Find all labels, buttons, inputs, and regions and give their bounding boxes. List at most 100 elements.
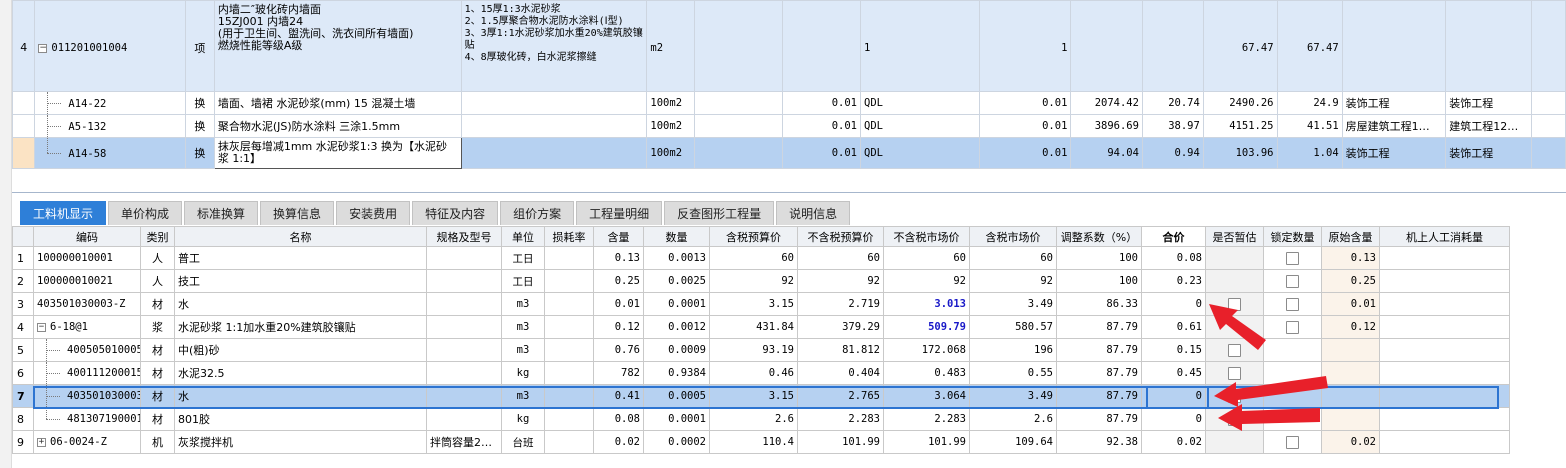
col-header-notax-budget[interactable]: 不含税预算价 — [797, 226, 884, 247]
lock-checkbox[interactable] — [1286, 297, 1299, 311]
resource-total[interactable]: 0.02 — [1141, 430, 1206, 454]
lock-checkbox[interactable] — [1286, 251, 1299, 265]
col-header-type[interactable]: 类别 — [140, 226, 175, 247]
col-header-notax-market[interactable]: 不含税市场价 — [883, 226, 970, 247]
resource-notax-market[interactable]: 2.283 — [883, 407, 970, 431]
quota-name-editor[interactable]: 抹灰层每增减1mm 水泥砂浆1:3 换为【水泥砂浆 1:1】 — [213, 137, 462, 169]
tab-description[interactable]: 说明信息 — [776, 201, 851, 225]
resource-content[interactable]: 0.12 — [593, 315, 644, 339]
resource-qty[interactable]: 0.0001 — [643, 292, 710, 316]
col-header-original[interactable]: 原始含量 — [1321, 226, 1380, 247]
quota-code[interactable]: A14-58 — [34, 137, 187, 169]
col-header-tax-budget[interactable]: 含税预算价 — [709, 226, 798, 247]
lock-checkbox[interactable] — [1286, 435, 1299, 449]
col-header-lock[interactable]: 锁定数量 — [1263, 226, 1322, 247]
resource-content[interactable]: 0.13 — [593, 246, 644, 270]
item-major — [1445, 0, 1532, 92]
col-header-total[interactable]: 合价 — [1141, 226, 1206, 247]
resource-qty[interactable]: 0.0012 — [643, 315, 710, 339]
estimate-checkbox[interactable] — [1228, 412, 1241, 426]
tab-quantity-detail[interactable]: 工程量明细 — [576, 201, 663, 225]
resource-qty[interactable]: 0.0025 — [643, 269, 710, 293]
estimate-checkbox[interactable] — [1228, 297, 1241, 311]
resource-notax-market[interactable]: 3.013 — [883, 292, 970, 316]
table-row[interactable]: 2 100000010021 人技工 工日 0.25 0.0025 92 92 92 92 100 0… — [12, 269, 1510, 293]
resource-total[interactable]: 0 — [1141, 384, 1206, 408]
resource-total[interactable]: 0 — [1141, 292, 1206, 316]
resource-machine-labor — [1379, 269, 1510, 293]
col-header-code[interactable]: 编码 — [33, 226, 141, 247]
quota-code[interactable]: A5-132 — [34, 114, 187, 138]
table-row[interactable]: 6 400111200015 材水泥32.5 kg 782 0.9384 0.46 0.404… — [12, 361, 1510, 385]
collapse-icon[interactable]: − — [37, 322, 46, 332]
resource-total[interactable]: 0.61 — [1141, 315, 1206, 339]
tab-install-fee[interactable]: 安装费用 — [336, 201, 411, 225]
table-row[interactable]: 9 +06-0024-Z 机灰浆搅拌机 拌筒容量2… 台班 0.02 0.0002 110.4… — [12, 430, 1510, 454]
table-row[interactable]: 1 100000010001 人普工 工日 0.13 0.0013 60 60 60 60 100 0… — [12, 246, 1510, 270]
expand-icon[interactable]: + — [37, 437, 46, 447]
col-header-machine-labor[interactable]: 机上人工消耗量 — [1379, 226, 1510, 247]
resource-content[interactable]: 0.02 — [593, 430, 644, 454]
tab-pricing-scheme[interactable]: 组价方案 — [500, 201, 575, 225]
resource-total[interactable]: 0.15 — [1141, 338, 1206, 362]
table-row[interactable]: 8 481307190001 材 801胶 kg 0.08 0.0001 2.6 2.283 2.… — [12, 407, 1510, 431]
lock-checkbox[interactable] — [1286, 320, 1299, 334]
col-header-estimate[interactable]: 是否暂估 — [1205, 226, 1264, 247]
estimate-checkbox[interactable] — [1228, 389, 1241, 403]
resource-notax-market[interactable]: 101.99 — [883, 430, 970, 454]
col-header-tax-market[interactable]: 含税市场价 — [969, 226, 1057, 247]
resource-total[interactable]: 0.45 — [1141, 361, 1206, 385]
quota-row-selected[interactable]: A14-58 换 抹灰层每增减1mm 水泥砂浆1:3 换为【水泥砂浆 1:1】 … — [11, 137, 1566, 169]
item-code[interactable]: −011201001004 — [34, 0, 187, 92]
resource-content[interactable]: 0.41 — [593, 384, 644, 408]
tab-labor-material-machine[interactable]: 工料机显示 — [20, 201, 107, 225]
resource-content[interactable]: 0.76 — [593, 338, 644, 362]
resource-notax-market[interactable]: 0.483 — [883, 361, 970, 385]
tab-features-content[interactable]: 特征及内容 — [412, 201, 499, 225]
estimate-checkbox[interactable] — [1228, 366, 1241, 380]
col-header-adjust[interactable]: 调整系数（%） — [1056, 226, 1142, 247]
resource-qty[interactable]: 0.0002 — [643, 430, 710, 454]
resource-content[interactable]: 0.01 — [593, 292, 644, 316]
col-header-name[interactable]: 名称 — [174, 226, 427, 247]
resource-qty[interactable]: 0.0009 — [643, 338, 710, 362]
tab-standard-conversion[interactable]: 标准换算 — [184, 201, 259, 225]
col-header-qty[interactable]: 数量 — [643, 226, 710, 247]
tab-reverse-graphic-quantity[interactable]: 反查图形工程量 — [664, 201, 775, 225]
quota-row[interactable]: A5-132 换 聚合物水泥(JS)防水涂料 三涂1.5mm 100m2 0.0… — [11, 114, 1566, 138]
resource-notax-market[interactable]: 92 — [883, 269, 970, 293]
panel-divider[interactable] — [12, 192, 1566, 193]
bill-row[interactable]: 4 −011201001004 项 内墙二″玻化砖内墙面 15ZJ001 内墙2… — [11, 0, 1566, 92]
resource-qty[interactable]: 0.0005 — [643, 384, 710, 408]
resource-notax-market[interactable]: 172.068 — [883, 338, 970, 362]
col-header-unit[interactable]: 单位 — [501, 226, 545, 247]
resource-content[interactable]: 782 — [593, 361, 644, 385]
resource-qty[interactable]: 0.0013 — [643, 246, 710, 270]
quota-code[interactable]: A14-22 — [34, 91, 187, 115]
table-row[interactable]: 4−6-18@1 浆水泥砂浆 1:1加水重20%建筑胶镶贴 m3 0.12 0.0012… — [12, 315, 1510, 339]
quota-row[interactable]: A14-22 换 墙面、墙裙 水泥砂浆(mm) 15 混凝土墙 100m2 0.… — [11, 91, 1566, 115]
resource-notax-market[interactable]: 509.79 — [883, 315, 970, 339]
resource-total[interactable]: 0 — [1141, 407, 1206, 431]
lock-checkbox[interactable] — [1286, 274, 1299, 288]
estimate-checkbox[interactable] — [1228, 343, 1241, 357]
resource-content[interactable]: 0.08 — [593, 407, 644, 431]
col-header-spec[interactable]: 规格及型号 — [426, 226, 502, 247]
tab-conversion-info[interactable]: 换算信息 — [260, 201, 335, 225]
resource-notax-market[interactable]: 3.064 — [883, 384, 970, 408]
resource-total[interactable]: 0.08 — [1141, 246, 1206, 270]
table-row[interactable]: 7 403501030003 材水 m3 0.41 0.0005 3.15 2.765 3.06… — [12, 384, 1510, 408]
table-row[interactable]: 5 400505010005 材中(粗)砂 m3 0.76 0.0009 93.19 81.8… — [12, 338, 1510, 362]
col-header-rownum — [12, 226, 34, 247]
resource-qty[interactable]: 0.9384 — [643, 361, 710, 385]
tab-unit-price-composition[interactable]: 单价构成 — [108, 201, 183, 225]
resource-content[interactable]: 0.25 — [593, 269, 644, 293]
collapse-icon[interactable]: − — [38, 43, 48, 53]
quota-extra — [1530, 91, 1566, 115]
table-row[interactable]: 3 403501030003-Z 材水 m3 0.01 0.0001 3.15 2.719 3.… — [12, 292, 1510, 316]
resource-notax-market[interactable]: 60 — [883, 246, 970, 270]
col-header-content[interactable]: 含量 — [593, 226, 644, 247]
resource-qty[interactable]: 0.0001 — [643, 407, 710, 431]
col-header-loss[interactable]: 损耗率 — [544, 226, 594, 247]
resource-total[interactable]: 0.23 — [1141, 269, 1206, 293]
